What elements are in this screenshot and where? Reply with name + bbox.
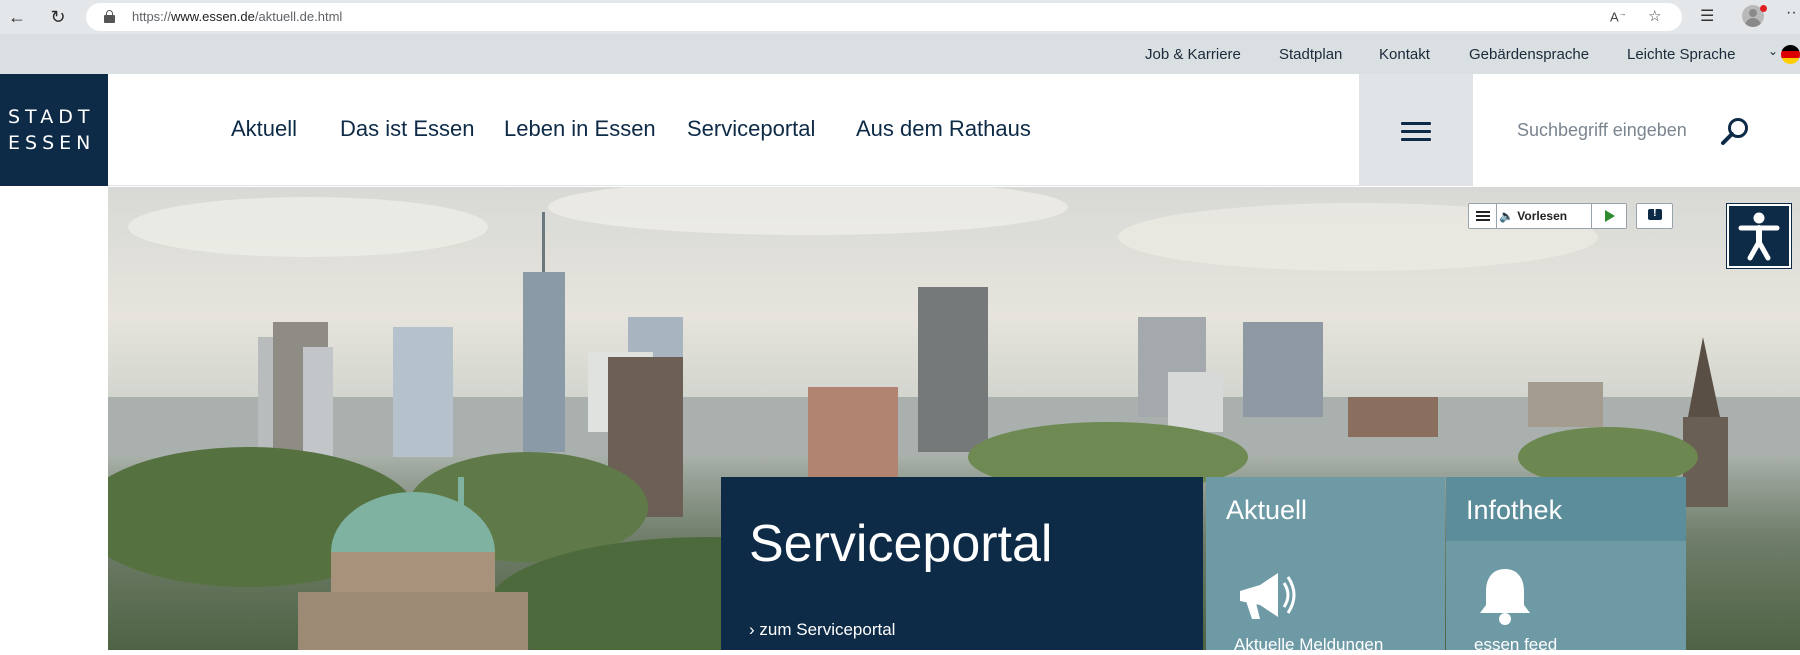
bell-icon <box>1480 569 1530 625</box>
nav-serviceportal[interactable]: Serviceportal <box>687 116 815 142</box>
read-aloud-toolbar: 🔈 Vorlesen <box>1468 203 1627 229</box>
notification-dot <box>1760 5 1767 12</box>
read-aloud-label: Vorlesen <box>1517 209 1568 223</box>
feedback-icon[interactable] <box>1636 203 1673 229</box>
hamburger-icon <box>1401 122 1431 125</box>
tile-infothek-label: essen feed <box>1474 635 1558 654</box>
accessibility-button[interactable] <box>1727 204 1791 268</box>
favorite-star-icon[interactable]: ☆ <box>1648 7 1661 25</box>
lock-icon <box>104 10 115 23</box>
play-icon[interactable] <box>1591 204 1627 228</box>
chevron-down-icon[interactable]: ⌄ <box>1768 44 1778 58</box>
chevron-right-icon: › <box>749 620 755 639</box>
hamburger-menu-button[interactable] <box>1359 74 1473 186</box>
logo-line-2: ESSEN <box>8 132 96 154</box>
url-domain: www.essen.de <box>171 9 255 24</box>
more-icon[interactable]: ·· <box>1786 4 1797 22</box>
link-kontakt[interactable]: Kontakt <box>1379 46 1430 63</box>
read-aloud-browser-icon[interactable]: A→ <box>1610 9 1627 24</box>
logo-stadt-essen[interactable]: STADT ESSEN <box>0 74 108 186</box>
tile-infothek-title: Infothek <box>1446 477 1686 541</box>
tile-aktuell-label: Aktuelle Meldungen <box>1234 635 1384 654</box>
reload-icon[interactable]: ↻ <box>47 6 69 28</box>
megaphone-icon <box>1240 573 1296 619</box>
browser-toolbar: ← ↻ https://www.essen.de/aktuell.de.html… <box>0 0 1800 34</box>
serviceportal-teaser: Serviceportal › zum Serviceportal <box>721 477 1203 650</box>
serviceportal-link[interactable]: › zum Serviceportal <box>749 620 895 640</box>
search-area <box>1473 74 1800 186</box>
nav-leben-in-essen[interactable]: Leben in Essen <box>504 116 656 142</box>
read-aloud-button[interactable]: 🔈 Vorlesen <box>1499 209 1567 223</box>
favorites-list-icon[interactable]: ☰ <box>1700 6 1714 26</box>
url-scheme: https:// <box>132 9 172 24</box>
tile-infothek[interactable]: Infothek essen feed <box>1446 477 1686 654</box>
link-leichte-sprache[interactable]: Leichte Sprache <box>1627 46 1735 63</box>
german-flag-icon[interactable] <box>1781 45 1800 64</box>
tile-aktuell[interactable]: Aktuell Aktuelle Meldungen <box>1206 477 1445 654</box>
serviceportal-title: Serviceportal <box>749 515 1053 573</box>
nav-aktuell[interactable]: Aktuell <box>231 116 297 142</box>
accessibility-person-icon <box>1738 212 1780 261</box>
search-input[interactable] <box>1517 117 1747 143</box>
link-stadtplan[interactable]: Stadtplan <box>1279 46 1342 63</box>
serviceportal-link-label: zum Serviceportal <box>759 620 896 639</box>
logo-line-1: STADT <box>8 106 95 128</box>
nav-aus-dem-rathaus[interactable]: Aus dem Rathaus <box>856 116 1031 142</box>
tile-aktuell-title: Aktuell <box>1226 495 1308 525</box>
url-text: https://www.essen.de/aktuell.de.html <box>132 9 342 24</box>
search-icon[interactable] <box>1720 116 1750 146</box>
address-bar[interactable]: https://www.essen.de/aktuell.de.html A→ … <box>86 3 1682 31</box>
site-header: STADT ESSEN Aktuell Das ist Essen Leben … <box>0 74 1800 186</box>
service-navigation: Job & Karriere Stadtplan Kontakt Gebärde… <box>0 34 1800 74</box>
back-arrow-icon[interactable]: ← <box>6 6 28 28</box>
link-job-karriere[interactable]: Job & Karriere <box>1145 46 1241 63</box>
read-aloud-menu-icon[interactable] <box>1469 204 1497 228</box>
speaker-icon: 🔈 <box>1499 209 1514 223</box>
nav-das-ist-essen[interactable]: Das ist Essen <box>340 116 475 142</box>
link-gebaerdensprache[interactable]: Gebärdensprache <box>1469 46 1589 63</box>
url-path: /aktuell.de.html <box>254 9 343 24</box>
